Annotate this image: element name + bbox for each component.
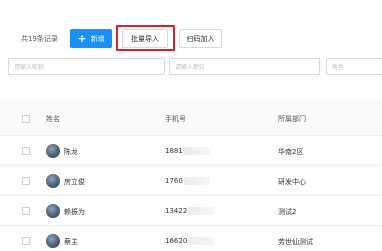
filter-bar: 请输入昵称 请输入职位 角色 bbox=[0, 58, 382, 76]
column-header-name: 姓名 bbox=[46, 115, 60, 123]
avatar bbox=[46, 144, 60, 158]
member-phone-visible: 1881 bbox=[165, 147, 183, 155]
table-row[interactable]: 房立俊 1760 研发中心 bbox=[0, 166, 382, 196]
import-highlight-box bbox=[116, 25, 175, 51]
table-header: 姓名 手机号 所属部门 bbox=[0, 100, 382, 136]
table-row[interactable]: 陈龙 1881 华南2区 bbox=[0, 136, 382, 166]
member-name: 蔡主 bbox=[64, 238, 78, 246]
member-department: 测试2 bbox=[278, 208, 297, 216]
phone-redaction bbox=[183, 177, 210, 185]
add-button[interactable]: + 新增 bbox=[70, 29, 112, 48]
row-checkbox[interactable] bbox=[22, 207, 30, 215]
member-phone-visible: 1760 bbox=[165, 177, 183, 185]
avatar bbox=[46, 204, 60, 218]
member-phone: 13422 bbox=[165, 207, 215, 215]
nickname-search-input[interactable]: 请输入昵称 bbox=[8, 58, 165, 75]
record-count: 共19条记录 bbox=[21, 35, 58, 43]
column-header-department: 所属部门 bbox=[278, 115, 306, 123]
member-phone-visible: 16620 bbox=[165, 237, 188, 245]
phone-redaction bbox=[188, 207, 215, 215]
phone-redaction bbox=[188, 237, 215, 245]
row-checkbox[interactable] bbox=[22, 147, 30, 155]
member-name: 陈龙 bbox=[64, 148, 78, 156]
toolbar: 共19条记录 + 新增 批量导入 扫码加入 bbox=[0, 24, 382, 54]
phone-redaction bbox=[183, 147, 210, 155]
table-row[interactable]: 赖振为 13422 测试2 bbox=[0, 196, 382, 226]
member-phone: 16620 bbox=[165, 237, 215, 245]
column-header-phone: 手机号 bbox=[165, 115, 186, 123]
member-phone: 1760 bbox=[165, 177, 210, 185]
member-name: 赖振为 bbox=[64, 208, 85, 216]
position-search-input[interactable]: 请输入职位 bbox=[169, 58, 320, 75]
table-row[interactable]: 蔡主 16620 劳世仙测试 bbox=[0, 226, 382, 251]
member-name: 房立俊 bbox=[64, 178, 85, 186]
avatar bbox=[46, 174, 60, 188]
row-checkbox[interactable] bbox=[22, 237, 30, 245]
member-phone-visible: 13422 bbox=[165, 207, 188, 215]
add-button-label: 新增 bbox=[90, 34, 105, 43]
member-phone: 1881 bbox=[165, 147, 210, 155]
role-select[interactable]: 角色 bbox=[326, 58, 382, 75]
member-department: 劳世仙测试 bbox=[278, 238, 313, 246]
member-department: 华南2区 bbox=[278, 148, 304, 156]
plus-icon: + bbox=[77, 31, 87, 45]
row-checkbox[interactable] bbox=[22, 177, 30, 185]
avatar bbox=[46, 234, 60, 248]
scan-join-button[interactable]: 扫码加入 bbox=[179, 29, 222, 48]
member-department: 研发中心 bbox=[278, 178, 306, 186]
select-all-checkbox[interactable] bbox=[22, 115, 30, 123]
